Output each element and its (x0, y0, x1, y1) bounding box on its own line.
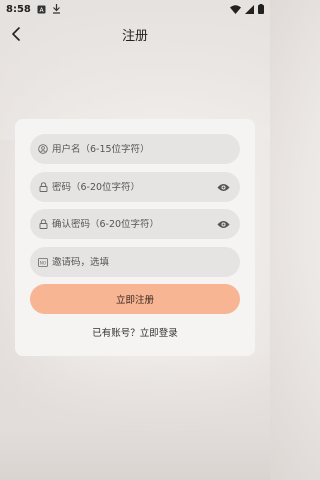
chevron-left-icon[interactable] (6, 22, 26, 46)
page-title: 注册 (121, 28, 148, 44)
lock-icon (38, 182, 48, 192)
eye-icon[interactable] (216, 181, 230, 193)
username-field[interactable] (30, 134, 240, 164)
register-button[interactable]: 立即注册 (30, 284, 240, 314)
password-input[interactable] (52, 181, 216, 193)
eye-icon[interactable] (216, 218, 230, 230)
username-input[interactable] (52, 143, 230, 155)
status-time: 8:58 (6, 3, 31, 15)
register-card: NO 立即注册 已有账号？立即登录 (15, 119, 255, 356)
user-icon (38, 144, 48, 154)
confirm-password-input[interactable] (52, 218, 216, 230)
code-icon: NO (38, 257, 48, 267)
password-field[interactable] (30, 172, 240, 202)
battery-icon (258, 4, 264, 14)
download-icon (52, 4, 62, 14)
header: 注册 (0, 20, 270, 48)
lock-icon (38, 219, 48, 229)
background-bottom (0, 350, 270, 480)
invite-code-input[interactable] (52, 256, 230, 268)
confirm-password-field[interactable] (30, 209, 240, 239)
a-icon: A (37, 4, 47, 14)
svg-text:NO: NO (40, 260, 46, 265)
invite-code-field[interactable]: NO (30, 247, 240, 277)
wifi-icon (230, 4, 241, 14)
login-link[interactable]: 已有账号？立即登录 (15, 325, 255, 339)
status-bar: 8:58 A (0, 0, 270, 18)
signal-icon (245, 4, 254, 14)
